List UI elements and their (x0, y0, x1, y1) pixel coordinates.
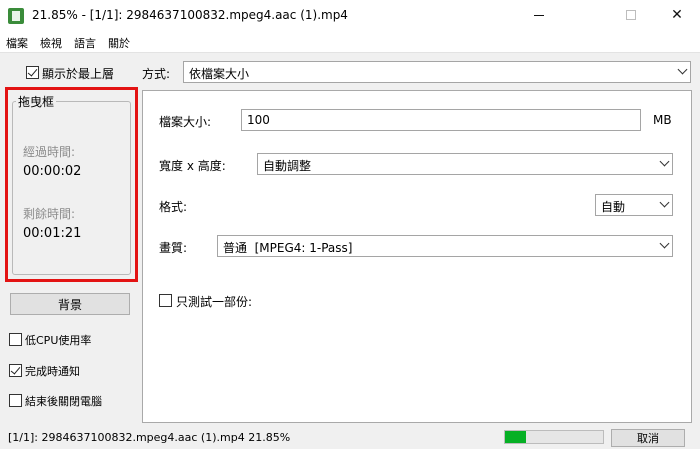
settings-panel: 檔案大小: 100 MB 寬度 x 高度: 自動調整 格式: 自動 畫質: 普通… (142, 90, 692, 423)
menu-file[interactable]: 檔案 (6, 35, 28, 51)
mode-select-value: 依檔案大小 (189, 67, 250, 81)
format-select-value: 自動 (601, 200, 626, 214)
minimize-button[interactable] (516, 0, 562, 30)
status-text: [1/1]: 2984637100832.mpeg4.aac (1).mp4 2… (8, 431, 291, 444)
background-button[interactable]: 背景 (10, 293, 130, 315)
title-bar[interactable]: 21.85% - [1/1]: 2984637100832.mpeg4.aac … (0, 0, 700, 32)
dimension-label: 寬度 x 高度: (159, 159, 226, 173)
close-icon: ✕ (671, 7, 683, 23)
dimension-select[interactable]: 自動調整 (257, 153, 673, 175)
quality-select-value: 普通 [MPEG4: 1-Pass] (223, 241, 353, 255)
file-size-input[interactable]: 100 (241, 109, 641, 131)
low-cpu-checkbox[interactable] (9, 333, 22, 346)
close-button[interactable]: ✕ (654, 0, 700, 30)
chevron-down-icon (660, 158, 669, 167)
mode-select[interactable]: 依檔案大小 (183, 61, 691, 83)
menu-language[interactable]: 語言 (74, 35, 96, 51)
background-button-label: 背景 (57, 297, 82, 312)
highlight-box (5, 87, 138, 282)
maximize-button[interactable] (608, 0, 654, 30)
status-bar: [1/1]: 2984637100832.mpeg4.aac (1).mp4 2… (0, 427, 700, 449)
app-icon[interactable] (8, 8, 24, 24)
minimize-icon (534, 14, 544, 16)
menu-about[interactable]: 關於 (108, 35, 130, 51)
format-select[interactable]: 自動 (595, 194, 673, 216)
file-size-value: 100 (247, 113, 270, 127)
dimension-select-value: 自動調整 (263, 159, 312, 173)
window-title: 21.85% - [1/1]: 2984637100832.mpeg4.aac … (32, 8, 348, 22)
chevron-down-icon (660, 199, 669, 208)
mode-label: 方式: (142, 67, 171, 81)
cancel-button-label: 取消 (637, 432, 659, 445)
format-label: 格式: (159, 200, 188, 214)
main-area: 顯示於最上層 方式: 依檔案大小 拖曳框 經過時間: 00:00:02 剩餘時間… (0, 52, 700, 427)
cancel-button[interactable]: 取消 (611, 429, 685, 447)
notify-label: 完成時通知 (25, 365, 80, 378)
shutdown-label: 結束後關閉電腦 (25, 395, 102, 408)
file-size-unit: MB (653, 113, 672, 127)
quality-select[interactable]: 普通 [MPEG4: 1-Pass] (217, 235, 673, 257)
notify-checkbox[interactable] (9, 364, 22, 377)
topmost-label: 顯示於最上層 (42, 67, 115, 81)
test-part-checkbox[interactable] (159, 294, 172, 307)
file-size-label: 檔案大小: (159, 115, 212, 129)
maximize-icon (626, 10, 636, 20)
menu-view[interactable]: 檢視 (40, 35, 62, 51)
chevron-down-icon (678, 66, 687, 75)
quality-label: 畫質: (159, 241, 188, 255)
test-part-label: 只測試一部份: (176, 295, 253, 309)
shutdown-checkbox[interactable] (9, 394, 22, 407)
progress-bar (504, 430, 604, 444)
progress-fill (505, 431, 527, 443)
low-cpu-label: 低CPU使用率 (25, 334, 92, 347)
chevron-down-icon (660, 240, 669, 249)
topmost-checkbox[interactable] (26, 66, 39, 79)
menu-bar: 檔案 檢視 語言 關於 (0, 32, 700, 52)
